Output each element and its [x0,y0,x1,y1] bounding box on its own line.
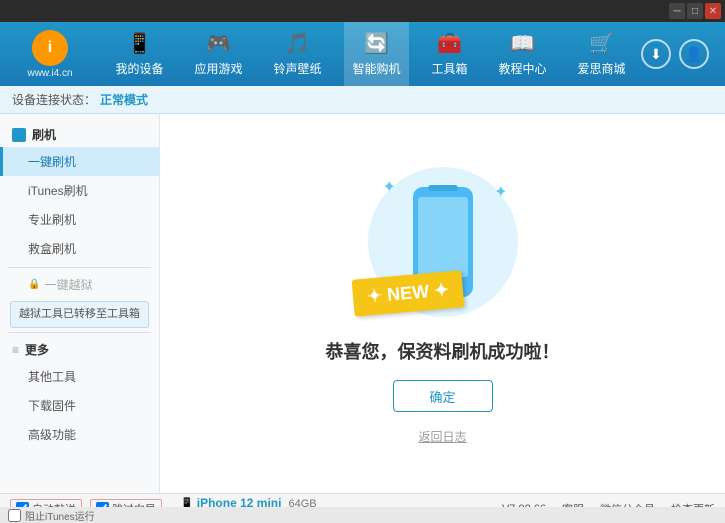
itunes-checkbox[interactable] [8,509,21,522]
confirm-button[interactable]: 确定 [393,380,493,412]
sidebar-jailbreak-label: 一键越狱 [44,276,92,293]
nav-ringtones-label: 铃声壁纸 [273,60,321,77]
sidebar-item-onekey-flash[interactable]: 一键刷机 [0,147,159,176]
sidebar-item-download-firmware[interactable]: 下载固件 [0,391,159,420]
sidebar-divider-2 [8,332,151,333]
sidebar-itunes-flash-label: iTunes刷机 [28,184,88,198]
sidebar: 刷机 一键刷机 iTunes刷机 专业刷机 救盒刷机 🔒 一键越狱 越狱工具已转… [0,114,160,493]
success-illustration: ✦ ✦ ✦ ✦ NEW ✦ 恭喜您，保资料刷机成功啦！ 确定 [326,162,560,445]
download-btn[interactable]: ⬇ [641,39,671,69]
sidebar-download-firmware-label: 下载固件 [28,399,76,413]
success-text: 恭喜您，保资料刷机成功啦！ [326,338,560,364]
sidebar-pro-flash-label: 专业刷机 [28,213,76,227]
close-btn[interactable]: ✕ [705,3,721,19]
sidebar-divider-1 [8,267,151,268]
logo-tagline: www.i4.cn [27,68,72,79]
logo[interactable]: i www.i4.cn [0,30,100,79]
app-games-icon: 🎮 [206,31,231,56]
sidebar-more-label: 更多 [25,341,49,358]
sidebar-item-rescue-flash[interactable]: 救盒刷机 [0,234,159,263]
nav-smart-shop[interactable]: 🔄 智能购机 [344,22,408,86]
shop-icon: 🛒 [589,31,614,56]
status-label: 设备连接状态： [12,91,96,108]
nav-my-device[interactable]: 📱 我的设备 [107,22,171,86]
title-bar: ─ □ ✕ [0,0,725,22]
smart-shop-icon: 🔄 [364,31,389,56]
flash-section-icon [12,128,26,142]
new-badge-text: NEW [386,281,430,305]
ringtones-icon: 🎵 [285,31,310,56]
nav-bar: 📱 我的设备 🎮 应用游戏 🎵 铃声壁纸 🔄 智能购机 🧰 工具箱 📖 教程中心… [100,22,641,86]
sidebar-item-jailbreak: 🔒 一键越狱 [0,272,159,297]
sidebar-header-flash: 刷机 [0,122,159,147]
status-value: 正常模式 [100,91,148,108]
logo-icon: i [32,30,68,66]
lock-icon: 🔒 [28,279,40,290]
sidebar-onekey-flash-label: 一键刷机 [28,155,76,169]
sidebar-header-more: ≡ 更多 [0,337,159,362]
nav-toolbox[interactable]: 🧰 工具箱 [423,22,475,86]
sidebar-rescue-flash-label: 救盒刷机 [28,242,76,256]
sidebar-item-itunes-flash[interactable]: iTunes刷机 [0,176,159,205]
sparkle-top-right: ✦ [494,182,507,202]
maximize-btn[interactable]: □ [687,3,703,19]
more-lines-icon: ≡ [12,343,19,357]
nav-tutorial[interactable]: 📖 教程中心 [490,22,554,86]
nav-smart-shop-label: 智能购机 [352,60,400,77]
nav-shop[interactable]: 🛒 爱思商城 [569,22,633,86]
status-bar: 设备连接状态： 正常模式 [0,86,725,114]
sidebar-item-advanced[interactable]: 高级功能 [0,420,159,449]
nav-shop-label: 爱思商城 [577,60,625,77]
nav-right: ⬇ 👤 [641,39,725,69]
nav-app-games[interactable]: 🎮 应用游戏 [186,22,250,86]
sparkle-top-left: ✦ [383,177,396,197]
my-device-icon: 📱 [127,31,152,56]
sidebar-other-tools-label: 其他工具 [28,370,76,384]
sidebar-notice-text: 越狱工具已转移至工具箱 [19,308,140,320]
sidebar-advanced-label: 高级功能 [28,428,76,442]
back-link[interactable]: 返回日志 [418,428,466,445]
user-btn[interactable]: 👤 [679,39,709,69]
minimize-btn[interactable]: ─ [669,3,685,19]
sidebar-item-pro-flash[interactable]: 专业刷机 [0,205,159,234]
phone-container: ✦ ✦ ✦ ✦ NEW ✦ [363,162,523,322]
bottom-wrapper: 自动敲送 跳过向导 📱 iPhone 12 mini 64GB Down-12m… [0,493,725,523]
itunes-bar: 阻止iTunes运行 [0,507,725,523]
sidebar-item-other-tools[interactable]: 其他工具 [0,362,159,391]
sidebar-flash-label: 刷机 [32,126,56,143]
itunes-label: 阻止iTunes运行 [25,508,95,523]
nav-ringtones[interactable]: 🎵 铃声壁纸 [265,22,329,86]
toolbox-icon: 🧰 [437,31,462,56]
sidebar-notice-jailbreak: 越狱工具已转移至工具箱 [10,301,149,328]
nav-my-device-label: 我的设备 [115,60,163,77]
tutorial-icon: 📖 [510,31,535,56]
content-area: ✦ ✦ ✦ ✦ NEW ✦ 恭喜您，保资料刷机成功啦！ 确定 [160,114,725,493]
header: i www.i4.cn 📱 我的设备 🎮 应用游戏 🎵 铃声壁纸 🔄 智能购机 … [0,22,725,86]
nav-toolbox-label: 工具箱 [431,60,467,77]
main-layout: 刷机 一键刷机 iTunes刷机 专业刷机 救盒刷机 🔒 一键越狱 越狱工具已转… [0,114,725,493]
nav-app-games-label: 应用游戏 [194,60,242,77]
nav-tutorial-label: 教程中心 [498,60,546,77]
